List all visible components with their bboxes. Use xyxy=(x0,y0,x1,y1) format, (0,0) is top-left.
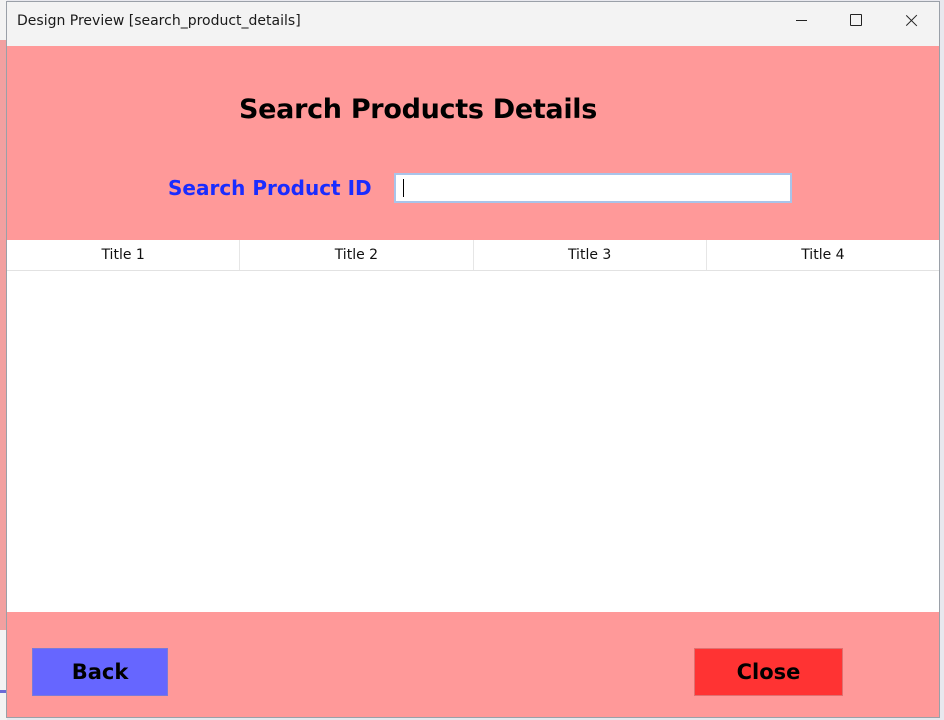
column-header[interactable]: Title 3 xyxy=(474,240,707,270)
maximize-button[interactable] xyxy=(829,2,883,38)
header-panel: Search Products Details Search Product I… xyxy=(7,46,939,240)
column-header[interactable]: Title 2 xyxy=(240,240,474,270)
title-bar[interactable]: Design Preview [search_product_details] xyxy=(7,2,939,46)
close-button[interactable]: Close xyxy=(694,648,843,696)
table-header: Title 1 Title 2 Title 3 Title 4 xyxy=(7,240,939,271)
window-close-button[interactable] xyxy=(884,2,938,38)
search-product-id-input[interactable] xyxy=(394,173,792,203)
design-preview-window: Design Preview [search_product_details] … xyxy=(6,1,940,718)
back-button[interactable]: Back xyxy=(32,648,168,696)
footer-panel: Back Close xyxy=(7,612,939,717)
column-header[interactable]: Title 1 xyxy=(7,240,241,270)
page-title: Search Products Details xyxy=(239,94,598,125)
search-product-id-label: Search Product ID xyxy=(168,176,372,200)
window-title: Design Preview [search_product_details] xyxy=(17,13,301,29)
products-table[interactable]: Title 1 Title 2 Title 3 Title 4 xyxy=(7,240,939,612)
minimize-button[interactable] xyxy=(774,2,828,38)
text-caret xyxy=(403,179,404,197)
column-header[interactable]: Title 4 xyxy=(707,240,939,270)
minimize-icon xyxy=(795,19,807,21)
maximize-icon xyxy=(850,14,862,26)
close-icon xyxy=(905,14,918,27)
